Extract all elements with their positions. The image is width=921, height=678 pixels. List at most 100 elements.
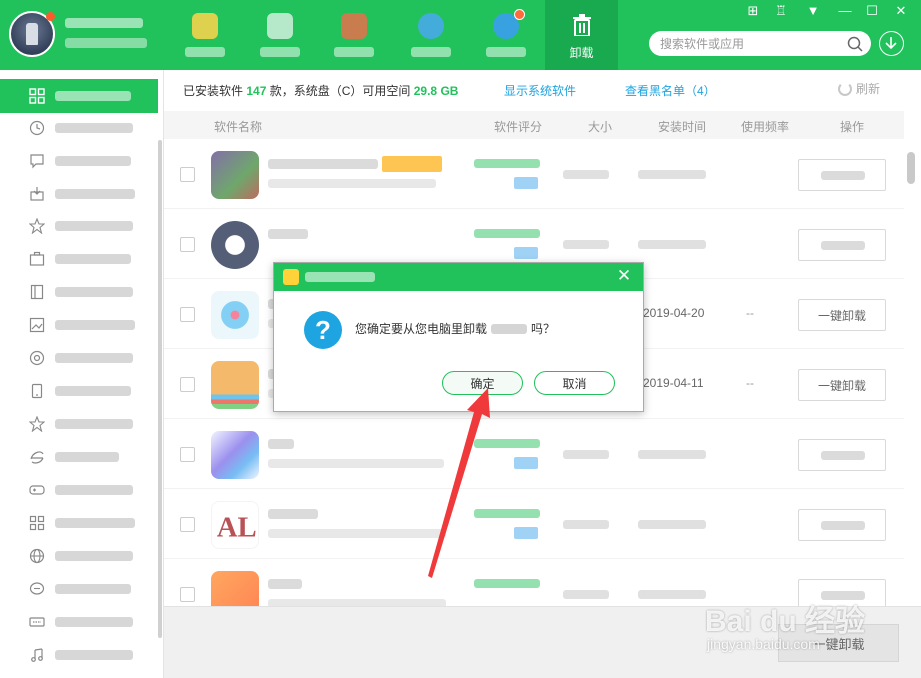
nav-tab-label-blurred (334, 47, 374, 57)
book-icon (30, 284, 44, 300)
table-header: 软件名称 软件评分 大小 安装时间 使用频率 操作 (164, 111, 904, 139)
confirm-uninstall-dialog: ✕ ? 您确定要从您电脑里卸载 吗？ 确定 取消 (273, 262, 644, 412)
refresh-button[interactable]: 刷新 (838, 80, 880, 97)
dialog-header: ✕ (274, 263, 643, 291)
sidebar-item-15[interactable] (0, 539, 158, 573)
refresh-label: 刷新 (856, 82, 881, 96)
table-scrollbar[interactable] (907, 152, 915, 184)
sidebar-item-12[interactable] (0, 440, 158, 474)
dialog-close-icon[interactable]: ✕ (615, 267, 633, 285)
user-name-blurred (65, 18, 143, 28)
lighthouse-icon (26, 23, 38, 45)
nav-tab-label-blurred (486, 47, 526, 57)
sidebar-item-all[interactable] (0, 79, 158, 113)
sidebar-item-label-blurred (55, 650, 133, 660)
download-manager-button[interactable] (879, 31, 904, 56)
col-header-size[interactable]: 大小 (588, 118, 612, 135)
close-icon[interactable]: ✕ (892, 3, 910, 19)
sidebar-item-14[interactable] (0, 506, 158, 540)
nav-tab-3[interactable] (317, 0, 391, 70)
sidebar-item-3[interactable] (0, 144, 158, 178)
sidebar-item-16[interactable] (0, 572, 158, 606)
sidebar-item-label-blurred (55, 485, 133, 495)
sidebar-item-11[interactable] (0, 407, 158, 441)
app-logo-icon (283, 269, 299, 285)
nav-tab-uninstall[interactable]: 卸载 (545, 0, 618, 70)
app-name-blurred (491, 324, 528, 334)
gamepad-icon (29, 485, 45, 495)
menu-down-icon[interactable]: ▼ (804, 3, 822, 19)
col-header-name[interactable]: 软件名称 (214, 118, 262, 135)
sidebar-scrollbar[interactable] (158, 140, 162, 638)
nav-game-icon (267, 13, 293, 39)
sidebar-item-10[interactable] (0, 374, 158, 408)
category-sidebar (0, 70, 164, 678)
col-header-rating[interactable]: 软件评分 (494, 118, 542, 135)
minimize-icon[interactable]: — (836, 3, 854, 19)
nav-tab-label-blurred (411, 47, 451, 57)
nav-tab-label-blurred (260, 47, 300, 57)
sidebar-item-13[interactable] (0, 473, 158, 507)
inbox-download-icon (30, 187, 44, 201)
top-bar: 卸载 ⊞ ♖ ▼ — ☐ ✕ (0, 0, 921, 70)
sidebar-item-label-blurred (55, 123, 133, 133)
plus-circle-icon (29, 350, 45, 366)
show-system-software-link[interactable]: 显示系统软件 (504, 82, 576, 99)
apps-icon (29, 515, 45, 531)
user-level-blurred (65, 38, 147, 48)
avatar[interactable] (9, 11, 55, 57)
star-outline-icon (29, 416, 45, 432)
sidebar-item-2[interactable] (0, 111, 158, 145)
nav-phone-icon (418, 13, 444, 39)
sidebar-item-label-blurred (55, 386, 131, 396)
nav-tab-1[interactable] (168, 0, 242, 70)
refresh-icon (838, 82, 852, 96)
watermark: Bai du 经验 jingyan.baidu.com (705, 596, 901, 666)
view-blacklist-link[interactable]: 查看黑名单（4） (625, 82, 716, 99)
sidebar-item-8[interactable] (0, 308, 158, 342)
sidebar-item-label-blurred (55, 419, 133, 429)
nav-tab-5[interactable] (469, 0, 543, 70)
sidebar-item-17[interactable] (0, 605, 158, 639)
confirm-button[interactable]: 确定 (442, 371, 523, 395)
message-icon (30, 154, 44, 169)
globe-icon (29, 548, 45, 564)
search-input[interactable] (658, 34, 838, 53)
star-icon (29, 218, 45, 234)
cancel-button[interactable]: 取消 (534, 371, 615, 395)
notification-dot (46, 12, 55, 21)
trash-icon (573, 14, 591, 36)
sidebar-item-5[interactable] (0, 209, 158, 243)
keyboard-icon (29, 617, 45, 627)
col-header-frequency[interactable]: 使用频率 (741, 118, 789, 135)
watermark-logo-text: Bai du 经验 (705, 605, 866, 638)
maximize-icon[interactable]: ☐ (863, 3, 881, 19)
install-summary: 已安装软件 147 款，系统盘（C）可用空间 29.8 GB (183, 82, 458, 98)
sidebar-item-7[interactable] (0, 275, 158, 309)
nav-tab-uninstall-label: 卸载 (569, 46, 594, 60)
sidebar-item-6[interactable] (0, 242, 158, 276)
dialog-message-after: 吗？ (531, 322, 556, 336)
sidebar-item-label-blurred (55, 221, 133, 231)
summary-prefix: 已安装软件 (183, 84, 244, 98)
sidebar-item-label-blurred (55, 617, 133, 627)
nav-tab-4[interactable] (394, 0, 468, 70)
download-arrow-icon (885, 37, 897, 50)
dialog-title-blurred (305, 272, 375, 282)
shirt-icon[interactable]: ♖ (772, 3, 790, 19)
search-icon[interactable] (847, 36, 863, 52)
grid-icon[interactable]: ⊞ (744, 3, 762, 19)
nav-bag-icon (341, 13, 367, 39)
sidebar-item-label-blurred (55, 452, 119, 462)
sidebar-item-4[interactable] (0, 177, 158, 211)
nav-tab-2[interactable] (243, 0, 317, 70)
sidebar-item-label-blurred (55, 551, 133, 561)
sidebar-item-18[interactable] (0, 638, 158, 672)
sidebar-item-label-blurred (55, 189, 135, 199)
dialog-message: 您确定要从您电脑里卸载 吗？ (355, 320, 555, 337)
sidebar-item-label-blurred (55, 320, 135, 330)
question-icon: ? (304, 311, 342, 349)
sidebar-item-label-blurred (55, 156, 131, 166)
sidebar-item-9[interactable] (0, 341, 158, 375)
col-header-install-time[interactable]: 安装时间 (658, 118, 706, 135)
